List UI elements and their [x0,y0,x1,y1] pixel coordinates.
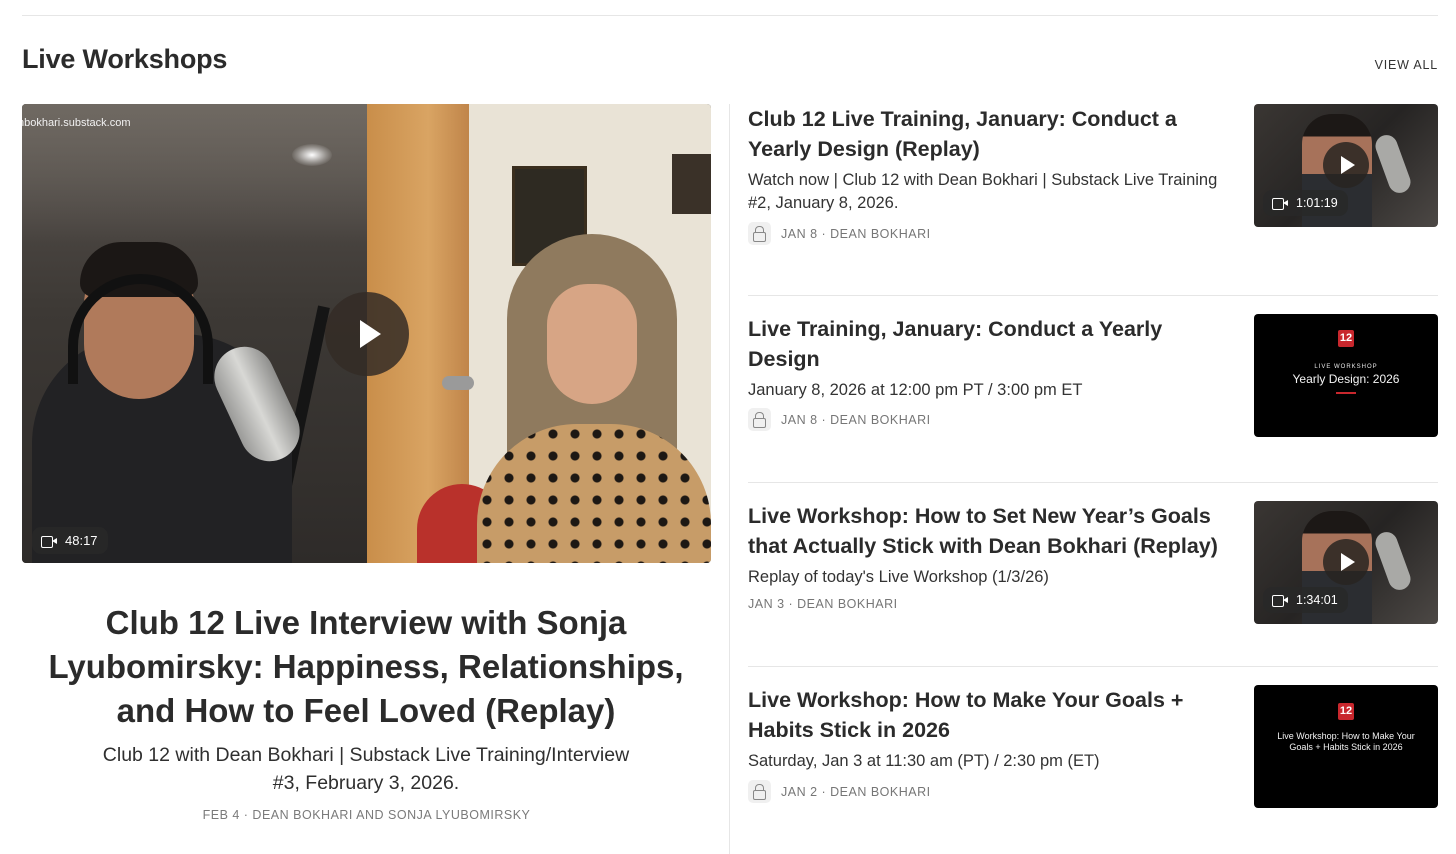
list-divider [748,482,1438,483]
thumbnail-heading: Yearly Design: 2026 [1292,372,1400,386]
play-icon [1341,553,1355,571]
list-item[interactable]: Club 12 Live Training, January: Conduct … [748,104,1438,245]
thumbnail-accent [1336,392,1356,394]
video-watermark: nbokhari.substack.com [22,117,131,129]
play-icon [360,320,381,348]
post-date-author: JAN 3 · DEAN BOKHARI [748,597,898,611]
post-subtitle: Watch now | Club 12 with Dean Bokhari | … [748,171,1218,212]
featured-post-title[interactable]: Club 12 Live Interview with Sonja Lyubom… [30,601,702,733]
featured-post-meta: FEB 4 · DEAN BOKHARI AND SONJA LYUBOMIRS… [202,808,531,822]
post-subtitle: Saturday, Jan 3 at 11:30 am (PT) / 2:30 … [748,752,1100,770]
post-subtitle: January 8, 2026 at 12:00 pm PT / 3:00 pm… [748,381,1083,399]
list-item[interactable]: Live Workshop: How to Make Your Goals + … [748,685,1438,810]
featured-post-subtitle: Club 12 with Dean Bokhari | Substack Liv… [102,744,630,794]
video-duration: 48:17 [65,533,98,548]
video-camera-icon [41,535,57,548]
section-title: Live Workshops [22,44,228,74]
list-divider [748,666,1438,667]
post-title[interactable]: Live Workshop: How to Set New Year’s Goa… [748,501,1228,561]
list-item[interactable]: Live Training, January: Conduct a Yearly… [748,314,1438,439]
video-duration-badge: 48:17 [32,527,108,554]
video-duration-badge: 1:34:01 [1263,587,1348,613]
post-date-author: JAN 8 · DEAN BOKHARI [781,412,931,427]
post-date-author: JAN 2 · DEAN BOKHARI [781,784,931,799]
column-divider [729,104,730,854]
post-title[interactable]: Live Workshop: How to Make Your Goals + … [748,685,1228,745]
top-divider [22,15,1438,16]
club12-logo: 12 [1338,703,1354,720]
post-thumbnail[interactable]: 12 LIVE WORKSHOP Yearly Design: 2026 [1254,314,1438,437]
video-camera-icon [1272,595,1288,607]
club12-logo: 12 [1338,330,1354,347]
video-frame-host [22,104,367,563]
post-meta: JAN 8 · DEAN BOKHARI [748,408,931,431]
post-thumbnail[interactable]: 1:01:19 [1254,104,1438,227]
video-duration: 1:01:19 [1296,196,1338,210]
post-title[interactable]: Live Training, January: Conduct a Yearly… [748,314,1228,374]
thumbnail-kicker: LIVE WORKSHOP [1314,364,1378,370]
play-icon [1341,156,1355,174]
video-camera-icon [1272,198,1288,210]
lock-icon [748,408,771,431]
lock-icon [748,222,771,245]
post-thumbnail[interactable]: 1:34:01 [1254,501,1438,624]
play-button[interactable] [325,292,409,376]
post-thumbnail[interactable]: 12 Live Workshop: How to Make Your Goals… [1254,685,1438,808]
play-button[interactable] [1323,142,1369,188]
video-duration-badge: 1:01:19 [1263,190,1348,216]
post-date-author: JAN 8 · DEAN BOKHARI [781,226,931,241]
post-meta: JAN 2 · DEAN BOKHARI [748,780,931,803]
thumbnail-heading: Live Workshop: How to Make Your Goals + … [1277,731,1415,752]
play-button[interactable] [1323,539,1369,585]
video-duration: 1:34:01 [1296,593,1338,607]
post-subtitle: Replay of today's Live Workshop (1/3/26) [748,568,1049,586]
list-item[interactable]: Live Workshop: How to Set New Year’s Goa… [748,501,1438,626]
post-meta: JAN 3 · DEAN BOKHARI [748,597,898,611]
post-title[interactable]: Club 12 Live Training, January: Conduct … [748,104,1228,164]
featured-video-thumbnail[interactable]: nbokhari.substack.com 48:17 [22,104,711,563]
video-frame-guest [367,104,711,563]
lock-icon [748,780,771,803]
view-all-link[interactable]: VIEW ALL [1375,58,1438,72]
post-meta: JAN 8 · DEAN BOKHARI [748,222,931,245]
list-divider [748,295,1438,296]
